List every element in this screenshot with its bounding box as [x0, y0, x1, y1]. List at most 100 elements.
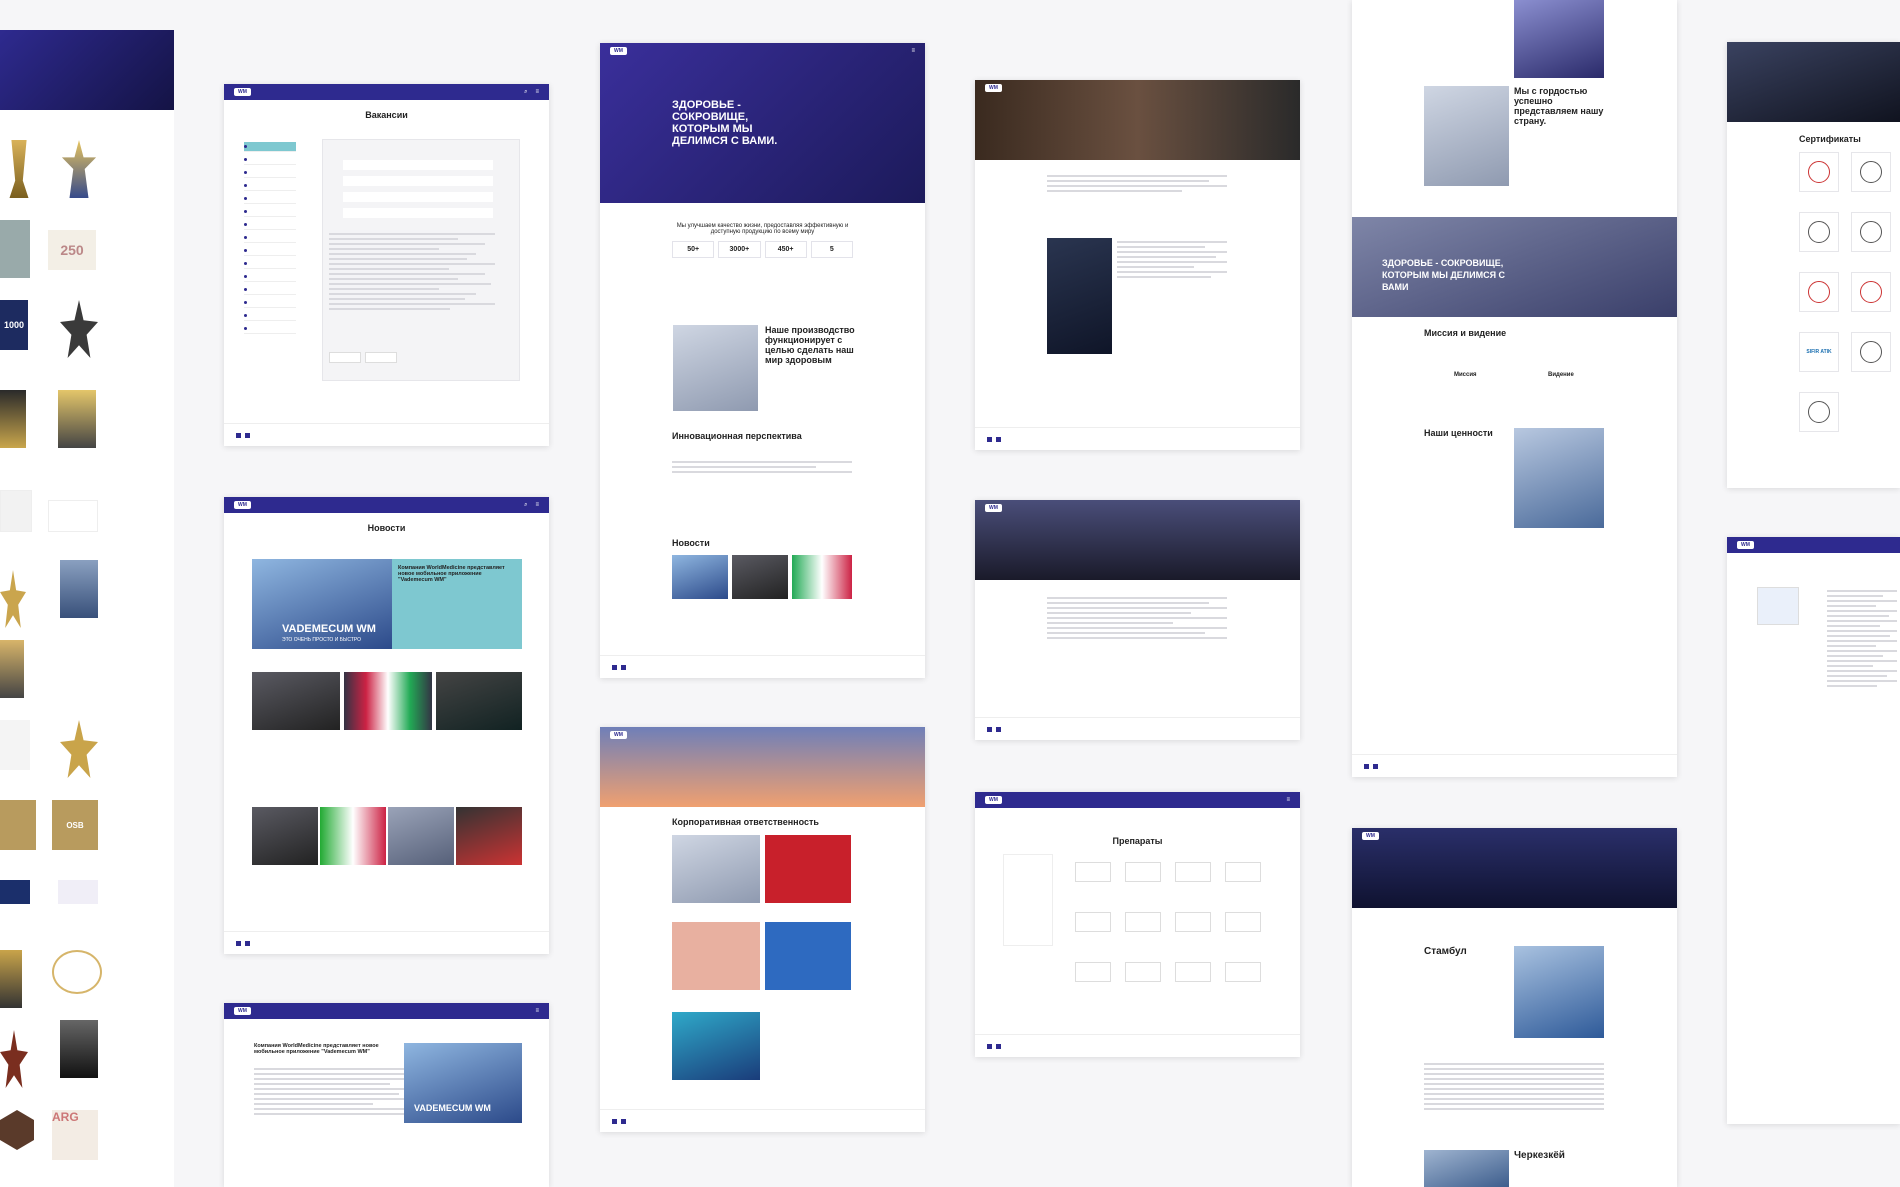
product-item[interactable] — [1225, 912, 1261, 932]
sidebar-item[interactable] — [244, 142, 296, 152]
sidebar-item[interactable] — [244, 194, 296, 204]
search-icon[interactable]: ⌕ — [524, 89, 527, 96]
csr-image[interactable] — [672, 1012, 760, 1080]
certificate-item[interactable] — [1799, 272, 1839, 312]
menu-icon[interactable]: ≡ — [911, 48, 915, 54]
news-banner[interactable]: VADEMECUM WM ЭТО ОЧЕНЬ ПРОСТО И БЫСТРО К… — [252, 559, 522, 649]
top-nav: WM — [975, 500, 1300, 516]
certificates-title: Сертификаты — [1799, 134, 1861, 144]
logo[interactable]: WM — [985, 84, 1002, 92]
certificate-item[interactable] — [1851, 212, 1891, 252]
certificates-hero-image — [1727, 42, 1900, 122]
menu-icon[interactable]: ≡ — [535, 1008, 539, 1014]
menu-icon[interactable]: ≡ — [535, 502, 539, 508]
sidebar-item[interactable] — [244, 324, 296, 334]
csr-image[interactable] — [765, 922, 851, 990]
social-icon[interactable] — [987, 726, 992, 732]
news-thumb[interactable] — [792, 555, 852, 599]
form-button[interactable] — [329, 352, 361, 363]
certificate-item[interactable] — [1851, 152, 1891, 192]
certificate-item[interactable]: SIFIR ATIK — [1799, 332, 1839, 372]
city2-title: Черкезкёй — [1514, 1150, 1565, 1161]
social-icon[interactable] — [621, 664, 626, 670]
news-thumb[interactable] — [732, 555, 788, 599]
news-image[interactable] — [252, 807, 318, 865]
csr-image[interactable] — [765, 835, 851, 903]
logo[interactable]: WM — [610, 731, 627, 739]
social-icon[interactable] — [612, 664, 617, 670]
sidebar-item[interactable] — [244, 285, 296, 295]
mission-page-card: Мы с гордостью успешно представляем нашу… — [1352, 0, 1677, 777]
product-item[interactable] — [1075, 912, 1111, 932]
certificate-item[interactable] — [1799, 152, 1839, 192]
social-icon[interactable] — [987, 1043, 992, 1049]
products-filter[interactable] — [1003, 854, 1053, 946]
form-row[interactable] — [343, 160, 493, 170]
ceo-portrait — [1047, 238, 1112, 354]
certificate-item[interactable] — [1851, 332, 1891, 372]
form-row[interactable] — [343, 176, 493, 186]
csr-image[interactable] — [672, 835, 760, 903]
news-image[interactable] — [436, 672, 522, 730]
social-icon[interactable] — [1364, 763, 1369, 769]
form-button[interactable] — [365, 352, 397, 363]
logo[interactable]: WM — [234, 501, 251, 509]
news-image[interactable] — [388, 807, 454, 865]
news-image[interactable] — [320, 807, 386, 865]
social-icon[interactable] — [987, 436, 992, 442]
sidebar-item[interactable] — [244, 233, 296, 243]
sidebar-item[interactable] — [244, 220, 296, 230]
logo[interactable]: WM — [610, 47, 627, 55]
logo[interactable]: WM — [1737, 541, 1754, 549]
social-icon[interactable] — [245, 432, 250, 438]
social-icon[interactable] — [236, 432, 241, 438]
social-icon[interactable] — [612, 1118, 617, 1124]
certificate-item[interactable] — [1799, 392, 1839, 432]
logo[interactable]: WM — [985, 796, 1002, 804]
sidebar-item[interactable] — [244, 168, 296, 178]
sidebar-item[interactable] — [244, 311, 296, 321]
news-thumb[interactable] — [672, 555, 728, 599]
social-icon[interactable] — [996, 726, 1001, 732]
product-item[interactable] — [1175, 962, 1211, 982]
logo[interactable]: WM — [985, 504, 1002, 512]
news-image[interactable] — [344, 672, 432, 730]
social-icon[interactable] — [1373, 763, 1378, 769]
sidebar-item[interactable] — [244, 298, 296, 308]
news-image[interactable] — [456, 807, 522, 865]
social-icon[interactable] — [236, 940, 241, 946]
product-item[interactable] — [1175, 912, 1211, 932]
product-item[interactable] — [1125, 862, 1161, 882]
top-nav: WM ≡ — [600, 43, 925, 59]
menu-icon[interactable]: ≡ — [535, 89, 539, 95]
social-icon[interactable] — [245, 940, 250, 946]
social-icon[interactable] — [621, 1118, 626, 1124]
sidebar-item[interactable] — [244, 181, 296, 191]
product-item[interactable] — [1075, 962, 1111, 982]
logo[interactable]: WM — [234, 88, 251, 96]
menu-icon[interactable]: ≡ — [1286, 797, 1290, 803]
product-item[interactable] — [1125, 962, 1161, 982]
csr-image[interactable] — [672, 922, 760, 990]
certificate-item[interactable] — [1799, 212, 1839, 252]
search-icon[interactable]: ⌕ — [524, 502, 527, 509]
sidebar-item[interactable] — [244, 246, 296, 256]
product-item[interactable] — [1225, 862, 1261, 882]
certificate-item[interactable] — [1851, 272, 1891, 312]
sidebar-item[interactable] — [244, 155, 296, 165]
award-trophy — [0, 640, 24, 698]
form-row[interactable] — [343, 208, 493, 218]
social-icon[interactable] — [996, 436, 1001, 442]
sidebar-item[interactable] — [244, 207, 296, 217]
sidebar-item[interactable] — [244, 272, 296, 282]
form-row[interactable] — [343, 192, 493, 202]
logo[interactable]: WM — [1362, 832, 1379, 840]
news-image[interactable] — [252, 672, 340, 730]
logo[interactable]: WM — [234, 1007, 251, 1015]
social-icon[interactable] — [996, 1043, 1001, 1049]
product-item[interactable] — [1125, 912, 1161, 932]
product-item[interactable] — [1175, 862, 1211, 882]
sidebar-item[interactable] — [244, 259, 296, 269]
product-item[interactable] — [1075, 862, 1111, 882]
product-item[interactable] — [1225, 962, 1261, 982]
